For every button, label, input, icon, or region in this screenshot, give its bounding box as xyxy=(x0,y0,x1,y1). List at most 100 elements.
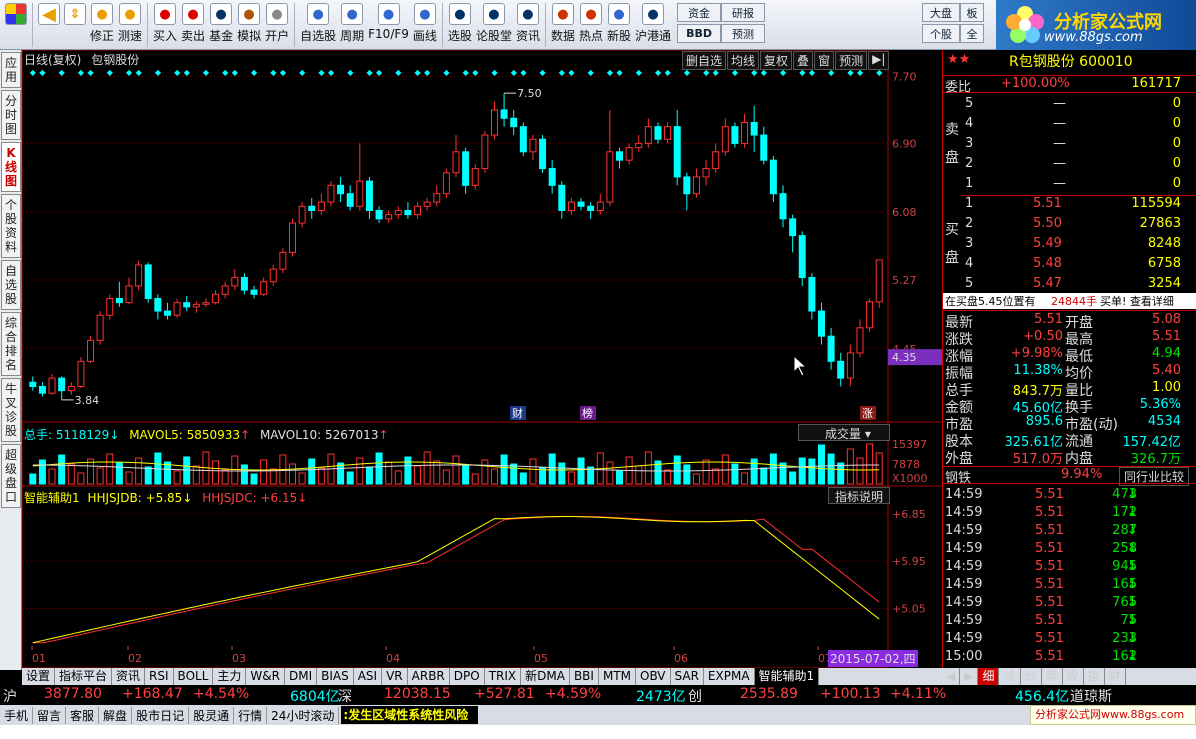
panel-tab-5[interactable]: 指 xyxy=(1084,668,1105,685)
industry-compare-button[interactable]: 同行业比较 xyxy=(1119,467,1190,486)
indicator-tab-5[interactable]: 主力 xyxy=(213,668,247,685)
indicator-tab-6[interactable]: W&R xyxy=(246,668,285,685)
status-item-7[interactable]: 24小时滚动 xyxy=(267,706,340,724)
panel-tab-3[interactable]: 筹 xyxy=(1042,668,1063,685)
indicator-axis-tick: +5.05 xyxy=(892,603,926,616)
left-tab-3[interactable]: 个股资料 xyxy=(1,194,21,258)
toolbar-icon-11: ● xyxy=(448,3,471,25)
status-item-0[interactable]: 手机 xyxy=(0,706,34,724)
indicator-help-button[interactable]: 指标说明 xyxy=(828,487,890,504)
sector-button[interactable]: 板 xyxy=(960,3,984,22)
panel-tab-6[interactable]: 财 xyxy=(1105,668,1126,685)
notice-link[interactable]: 买单! 查看详细 xyxy=(1100,293,1174,309)
indicator-tab-1[interactable]: 指标平台 xyxy=(55,668,113,685)
grid-view-button[interactable] xyxy=(3,3,29,49)
stock-button[interactable]: 个股 xyxy=(922,24,960,43)
bbd-button[interactable]: BBD xyxy=(677,24,722,43)
toolbar-button-12[interactable]: ● 论股堂 xyxy=(474,3,514,49)
status-item-1[interactable]: 留言 xyxy=(33,706,67,724)
panel-tab-4[interactable]: 股 xyxy=(1063,668,1084,685)
market-button[interactable]: 大盘 xyxy=(922,3,960,22)
volume-bar xyxy=(808,458,816,485)
toolbar-button-17[interactable]: ● 沪港通 xyxy=(633,3,673,49)
toolbar-button-10[interactable]: ● 画线 xyxy=(411,3,439,49)
toolbar-button-3[interactable]: ● 卖出 xyxy=(179,3,207,49)
panel-tab-1[interactable]: 诊 xyxy=(999,668,1021,685)
volume-axis-tick: X1000 xyxy=(892,472,928,485)
indicator-tab-2[interactable]: 资讯 xyxy=(112,668,146,685)
left-tab-0[interactable]: 应用 xyxy=(1,52,21,88)
status-item-6[interactable]: 行情 xyxy=(234,706,268,724)
indicator-tab-19[interactable]: EXPMA xyxy=(704,668,755,685)
toolbar-button-9[interactable]: ● F10/F9 xyxy=(366,3,411,49)
candle-body xyxy=(721,126,729,153)
indicator-tab-18[interactable]: SAR xyxy=(671,668,704,685)
toolbar-button-14[interactable]: ● 数据 xyxy=(549,3,577,49)
indicator-tab-9[interactable]: ASI xyxy=(354,668,383,685)
scroll-left-icon[interactable]: ◀ xyxy=(942,668,961,685)
toolbar-button-0[interactable]: ● 修正 xyxy=(88,3,116,49)
toolbar-label: 论股堂 xyxy=(475,29,512,43)
status-item-2[interactable]: 客服 xyxy=(66,706,100,724)
toolbar-button-8[interactable]: ● 周期 xyxy=(338,3,366,49)
panel-tab-0[interactable]: 细 xyxy=(978,668,1000,685)
chart-btn-4[interactable]: 窗 xyxy=(814,51,835,70)
panel-tab-2[interactable]: 分 xyxy=(1021,668,1042,685)
buy-price: 5.49 xyxy=(1033,236,1062,251)
indicator-tab-14[interactable]: 新DMA xyxy=(521,668,570,685)
indicator-tab-12[interactable]: DPO xyxy=(450,668,485,685)
left-tab-4[interactable]: 自选股 xyxy=(1,260,21,310)
chart-btn-0[interactable]: 删自选 xyxy=(682,51,727,70)
left-tab-6[interactable]: 牛叉诊股 xyxy=(1,378,21,442)
chart-btn-1[interactable]: 均线 xyxy=(727,51,760,70)
toolbar-button-6[interactable]: ● 开户 xyxy=(263,3,291,49)
indicator-tab-13[interactable]: TRIX xyxy=(485,668,522,685)
scroll-right-icon[interactable]: ▶ xyxy=(960,668,979,685)
indicator-tab-0[interactable]: 设置 xyxy=(22,668,56,685)
chart-btn-5[interactable]: 预测 xyxy=(835,51,868,70)
left-tab-2[interactable]: K线图 xyxy=(1,142,21,192)
indicator-tab-10[interactable]: VR xyxy=(382,668,408,685)
tick-price: 5.51 xyxy=(1035,523,1064,538)
kline-chart-area[interactable]: 7.706.906.085.274.454.35◆◆◆◆◆◆◆◆◆◆◆◆◆◆◆◆… xyxy=(21,49,942,670)
toolbar-button-7[interactable]: ● 自选股 xyxy=(298,3,338,49)
status-item-3[interactable]: 解盘 xyxy=(99,706,133,724)
toolbar-button-11[interactable]: ● 选股 xyxy=(446,3,474,49)
forecast-button[interactable]: 预测 xyxy=(721,24,766,43)
weibi-volume: 161717 xyxy=(1131,76,1181,91)
toolbar-button-1[interactable]: ● 测速 xyxy=(116,3,144,49)
left-tab-7[interactable]: 超级盘口 xyxy=(1,444,21,508)
all-button[interactable]: 全 xyxy=(960,24,984,43)
toolbar-button-15[interactable]: ● 热点 xyxy=(577,3,605,49)
toolbar-button-5[interactable]: ● 模拟 xyxy=(235,3,263,49)
status-item-5[interactable]: 股灵通 xyxy=(189,706,235,724)
chart-svg[interactable]: 7.706.906.085.274.454.35◆◆◆◆◆◆◆◆◆◆◆◆◆◆◆◆… xyxy=(21,49,942,669)
left-tab-1[interactable]: 分时图 xyxy=(1,90,21,140)
toolbar-button-2[interactable]: ● 买入 xyxy=(151,3,179,49)
chart-btn-3[interactable]: 叠 xyxy=(793,51,814,70)
indicator-tab-3[interactable]: RSI xyxy=(145,668,174,685)
toolbar-button-16[interactable]: ● 新股 xyxy=(605,3,633,49)
toolbar-button-4[interactable]: ● 基金 xyxy=(207,3,235,49)
candle-body xyxy=(404,209,412,216)
indicator-tab-20[interactable]: 智能辅助1 xyxy=(754,668,820,685)
volume-dropdown[interactable]: 成交量 ▾ xyxy=(798,424,890,441)
indicator-tab-16[interactable]: MTM xyxy=(599,668,636,685)
volume-bar xyxy=(260,459,268,485)
back-button[interactable]: ◀ xyxy=(36,3,62,49)
report-button[interactable]: 研报 xyxy=(721,3,766,22)
indicator-tab-11[interactable]: ARBR xyxy=(408,668,450,685)
indicator-tab-15[interactable]: BBI xyxy=(570,668,599,685)
indicator-tab-4[interactable]: BOLL xyxy=(174,668,214,685)
toolbar-button-13[interactable]: ● 资讯 xyxy=(514,3,542,49)
fund-button[interactable]: 资金 xyxy=(677,3,722,22)
indicator-tab-8[interactable]: BIAS xyxy=(317,668,354,685)
indicator-tab-17[interactable]: OBV xyxy=(636,668,671,685)
chart-btn-2[interactable]: 复权 xyxy=(760,51,793,70)
candle-body xyxy=(125,285,133,304)
collapse-icon[interactable]: ▶| xyxy=(868,51,890,70)
indicator-tab-7[interactable]: DMI xyxy=(285,668,318,685)
up-down-button[interactable]: ⇕ xyxy=(62,3,88,49)
status-item-4[interactable]: 股市日记 xyxy=(132,706,190,724)
left-tab-5[interactable]: 综合排名 xyxy=(1,312,21,376)
